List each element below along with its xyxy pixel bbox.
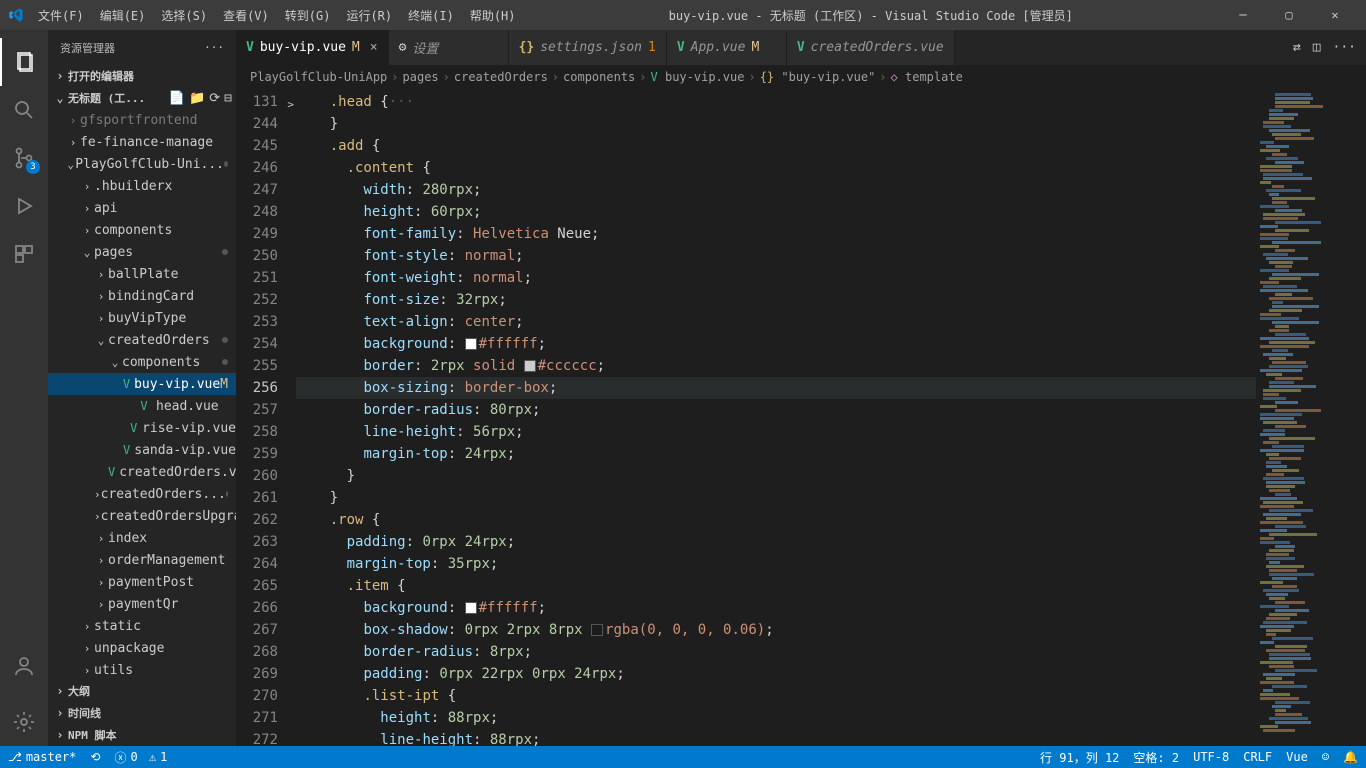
tree-item[interactable]: ›ballPlate <box>48 263 236 285</box>
titlebar: 文件(F)编辑(E)选择(S)查看(V)转到(G)运行(R)终端(I)帮助(H)… <box>0 0 1366 30</box>
tree-item[interactable]: Vrise-vip.vue <box>48 417 236 439</box>
code-content[interactable]: .head {··· } .add { .content { width: 28… <box>296 89 1256 746</box>
tree-item[interactable]: ›paymentQr <box>48 593 236 615</box>
sidebar-header: 资源管理器 ··· <box>48 30 236 65</box>
language-mode[interactable]: Vue <box>1286 750 1308 764</box>
eol[interactable]: CRLF <box>1243 750 1272 764</box>
tree-item[interactable]: ›createdOrders... <box>48 483 236 505</box>
tree-item[interactable]: Vbuy-vip.vueM <box>48 373 236 395</box>
encoding[interactable]: UTF-8 <box>1193 750 1229 764</box>
tree-item[interactable]: ›createdOrdersUpgra... <box>48 505 236 527</box>
maximize-button[interactable]: ▢ <box>1266 0 1312 30</box>
tree-item[interactable]: ›api <box>48 197 236 219</box>
search-icon[interactable] <box>0 86 48 134</box>
new-folder-icon[interactable]: 📁 <box>189 91 205 106</box>
indentation[interactable]: 空格: 2 <box>1133 749 1179 766</box>
tree-item[interactable]: ›index <box>48 527 236 549</box>
source-control-badge: 3 <box>26 160 40 174</box>
breadcrumb-item[interactable]: V buy-vip.vue <box>651 70 745 84</box>
editor-tab[interactable]: {}settings.json1 <box>509 30 667 65</box>
explorer-icon[interactable] <box>0 38 48 86</box>
tree-item[interactable]: ›bindingCard <box>48 285 236 307</box>
split-icon[interactable]: ◫ <box>1313 40 1321 55</box>
vscode-logo-icon <box>8 7 24 23</box>
window-controls: ─ ▢ ✕ <box>1220 0 1358 30</box>
close-button[interactable]: ✕ <box>1312 0 1358 30</box>
source-control-icon[interactable]: 3 <box>0 134 48 182</box>
minimize-button[interactable]: ─ <box>1220 0 1266 30</box>
extensions-icon[interactable] <box>0 230 48 278</box>
tree-item[interactable]: Vhead.vue <box>48 395 236 417</box>
outline-section[interactable]: ›大纲 <box>48 680 236 702</box>
account-icon[interactable] <box>0 642 48 690</box>
new-file-icon[interactable]: 📄 <box>169 91 185 106</box>
cursor-position[interactable]: 行 91，列 12 <box>1040 749 1119 766</box>
menu-item[interactable]: 终端(I) <box>402 3 460 28</box>
tree-item[interactable]: ›unpackage <box>48 637 236 659</box>
refresh-icon[interactable]: ⟳ <box>209 91 220 106</box>
menu-item[interactable]: 编辑(E) <box>94 3 152 28</box>
settings-gear-icon[interactable] <box>0 698 48 746</box>
tree-item[interactable]: VcreatedOrders.vue <box>48 461 236 483</box>
problems[interactable]: ⓧ 0 ⚠ 1 <box>114 749 167 766</box>
explorer-sidebar: 资源管理器 ··· ›打开的编辑器 ⌄无标题 (工... 📄 📁 ⟳ ⊟ ›gf… <box>48 30 236 746</box>
activity-bar: 3 <box>0 30 48 746</box>
tree-item[interactable]: ›utils <box>48 659 236 680</box>
collapse-icon[interactable]: ⊟ <box>224 91 232 106</box>
sidebar-more-icon[interactable]: ··· <box>204 41 224 54</box>
open-editors-section[interactable]: ›打开的编辑器 <box>48 65 236 87</box>
menu-item[interactable]: 运行(R) <box>340 3 398 28</box>
breadcrumb-item[interactable]: components <box>563 70 635 84</box>
tree-item[interactable]: ›paymentPost <box>48 571 236 593</box>
editor-area: Vbuy-vip.vueM×⚙设置{}settings.json1VApp.vu… <box>236 30 1366 746</box>
editor-tab[interactable]: VcreatedOrders.vue <box>787 30 955 65</box>
timeline-section[interactable]: ›时间线 <box>48 702 236 724</box>
more-icon[interactable]: ··· <box>1333 40 1356 55</box>
sidebar-title: 资源管理器 <box>60 40 115 56</box>
menu-item[interactable]: 帮助(H) <box>464 3 522 28</box>
menu-item[interactable]: 文件(F) <box>32 3 90 28</box>
tree-item[interactable]: ⌄pages <box>48 241 236 263</box>
breadcrumb-item[interactable]: pages <box>403 70 439 84</box>
tree-item[interactable]: ›orderManagement <box>48 549 236 571</box>
git-branch[interactable]: ⎇ master* <box>8 750 76 764</box>
tree-item[interactable]: ›static <box>48 615 236 637</box>
tree-item[interactable]: ›components <box>48 219 236 241</box>
sync-icon[interactable]: ⟲ <box>90 750 100 764</box>
tree-item[interactable]: ⌄createdOrders <box>48 329 236 351</box>
breadcrumb-item[interactable]: PlayGolfClub-UniApp <box>250 70 387 84</box>
notifications-icon[interactable]: 🔔 <box>1343 750 1358 764</box>
menu-item[interactable]: 转到(G) <box>279 3 337 28</box>
feedback-icon[interactable]: ☺ <box>1322 750 1329 764</box>
tree-item[interactable]: ⌄PlayGolfClub-Uni... <box>48 153 236 175</box>
tree-item[interactable]: ›.hbuilderx <box>48 175 236 197</box>
run-debug-icon[interactable] <box>0 182 48 230</box>
tree-item[interactable]: ›fe-finance-manage <box>48 131 236 153</box>
editor-tab[interactable]: VApp.vueM <box>667 30 787 65</box>
status-bar: ⎇ master* ⟲ ⓧ 0 ⚠ 1 行 91，列 12 空格: 2 UTF-… <box>0 746 1366 768</box>
minimap[interactable] <box>1256 89 1366 746</box>
file-tree: ›gfsportfrontend›fe-finance-manage⌄PlayG… <box>48 109 236 680</box>
menu-item[interactable]: 查看(V) <box>217 3 275 28</box>
breadcrumb-item[interactable]: ◇ template <box>891 70 963 84</box>
tree-item[interactable]: ›buyVipType <box>48 307 236 329</box>
breadcrumb-item[interactable]: {} "buy-vip.vue" <box>760 70 876 84</box>
breadcrumbs[interactable]: PlayGolfClub-UniApp›pages›createdOrders›… <box>236 65 1366 89</box>
editor-tab[interactable]: ⚙设置 <box>389 30 509 65</box>
tree-item[interactable]: ⌄components <box>48 351 236 373</box>
workspace-section[interactable]: ⌄无标题 (工... 📄 📁 ⟳ ⊟ <box>48 87 236 109</box>
breadcrumb-item[interactable]: createdOrders <box>454 70 548 84</box>
tree-item[interactable]: Vsanda-vip.vue <box>48 439 236 461</box>
menu-item[interactable]: 选择(S) <box>155 3 213 28</box>
npm-section[interactable]: ›NPM 脚本 <box>48 724 236 746</box>
editor-tab[interactable]: Vbuy-vip.vueM× <box>236 30 389 65</box>
line-gutter: 131>244245246247248249250251252253254255… <box>236 89 296 746</box>
window-title: buy-vip.vue - 无标题 (工作区) - Visual Studio … <box>522 7 1221 24</box>
menu-bar: 文件(F)编辑(E)选择(S)查看(V)转到(G)运行(R)终端(I)帮助(H) <box>32 3 522 28</box>
compare-icon[interactable]: ⇄ <box>1293 40 1301 55</box>
close-tab-icon: × <box>370 40 378 55</box>
editor-tabs: Vbuy-vip.vueM×⚙设置{}settings.json1VApp.vu… <box>236 30 1366 65</box>
tree-item[interactable]: ›gfsportfrontend <box>48 109 236 131</box>
